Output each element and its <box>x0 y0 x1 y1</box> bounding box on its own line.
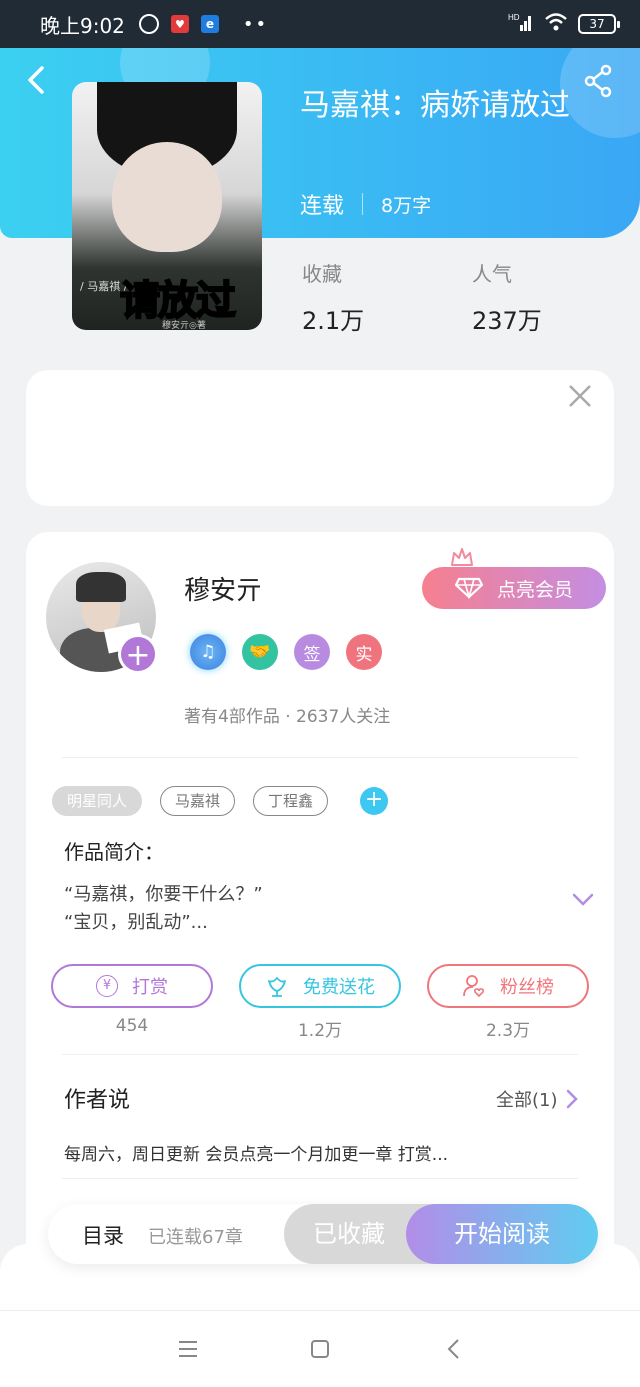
flower-label: 免费送花 <box>303 977 375 998</box>
divider <box>62 1054 578 1055</box>
status-time: 晚上9:02 <box>40 13 125 38</box>
chevron-down-icon <box>572 893 594 906</box>
send-flower-button[interactable]: 免费送花 <box>239 964 401 1008</box>
follow-author-button[interactable]: + <box>118 634 158 674</box>
stat-favorites-value: 2.1万 <box>302 307 365 335</box>
diamond-icon <box>454 577 483 599</box>
cover-image-face <box>112 142 222 252</box>
stat-popularity-label: 人气 <box>472 262 512 286</box>
author-name[interactable]: 穆安亓 <box>184 570 262 607</box>
book-title: 马嘉祺：病娇请放过 <box>300 88 570 123</box>
book-status: 连载 <box>300 194 345 219</box>
wifi-icon <box>544 12 568 36</box>
yen-icon: ¥ <box>96 975 118 997</box>
fans-label: 粉丝榜 <box>500 977 554 998</box>
fans-ranking-button[interactable]: 粉丝榜 <box>427 964 589 1008</box>
stat-popularity: 人气 237万 <box>472 258 542 336</box>
fans-count: 2.3万 <box>485 1021 531 1041</box>
book-word-count: 8万字 <box>381 194 432 217</box>
author-says-all-link[interactable]: 全部(1) <box>496 1086 578 1112</box>
vip-label: 点亮会员 <box>496 578 573 601</box>
battery-icon: 37 <box>578 14 620 34</box>
book-meta: 连载 8万字 <box>300 188 431 220</box>
intro-line-1: “马嘉祺，你要干什么？” <box>64 884 263 905</box>
start-reading-label: 开始阅读 <box>454 1220 550 1248</box>
divider <box>62 757 578 758</box>
author-badges: ♫ 🤝 签 实 <box>190 634 382 670</box>
chapter-count[interactable]: 已连载67章 <box>148 1223 243 1249</box>
menu-nav-button[interactable] <box>176 1337 200 1361</box>
tag-item[interactable]: 马嘉祺 <box>160 786 236 816</box>
app-notification-icon: ♥ <box>170 15 189 33</box>
handshake-badge-icon[interactable]: 🤝 <box>242 634 278 670</box>
verified-badge[interactable]: 实 <box>346 634 382 670</box>
stat-favorites-label: 收藏 <box>302 262 342 286</box>
close-icon <box>569 385 591 407</box>
crown-icon <box>450 547 474 567</box>
author-works-summary: 著有4部作品 · 2637人关注 <box>184 707 391 727</box>
menu-icon <box>179 1341 197 1357</box>
flower-icon <box>268 977 286 997</box>
tag-list: 明星同人 马嘉祺 丁程鑫 + <box>52 786 389 816</box>
intro-title: 作品简介： <box>64 840 164 864</box>
stat-favorites: 收藏 2.1万 <box>302 258 364 336</box>
back-button[interactable] <box>22 62 52 98</box>
tag-item[interactable]: 丁程鑫 <box>253 786 329 816</box>
stat-popularity-value: 237万 <box>472 307 542 335</box>
browser-notification-icon: e <box>200 15 219 33</box>
tag-genre[interactable]: 明星同人 <box>52 786 143 816</box>
intro-line-2: “宝贝，别乱动”... <box>64 912 208 933</box>
svg-text:HD: HD <box>508 13 520 22</box>
back-nav-button[interactable] <box>442 1337 466 1361</box>
bottom-action-bar: 目录 已连载67章 已收藏 开始阅读 <box>48 1204 598 1264</box>
author-says-title: 作者说 <box>64 1088 131 1113</box>
user-heart-icon <box>463 975 485 998</box>
activate-vip-button[interactable]: 点亮会员 <box>422 567 606 609</box>
author-says-text[interactable]: 每周六，周日更新 会员点亮一个月加更一章 打赏... <box>64 1140 448 1165</box>
chevron-right-icon <box>566 1089 578 1109</box>
ad-card <box>26 370 614 506</box>
reward-count: 454 <box>115 1016 149 1036</box>
add-tag-button[interactable]: + <box>360 787 389 815</box>
system-nav-bar <box>0 1310 640 1387</box>
cover-author-text: 穆安亓◎著 <box>162 321 206 330</box>
reward-label: 打赏 <box>132 977 168 998</box>
home-square-icon <box>311 1340 329 1358</box>
status-bar: 晚上9:02 ♥ e •• HD 37 <box>0 0 640 48</box>
expand-intro-button[interactable] <box>572 892 594 906</box>
music-badge-icon[interactable]: ♫ <box>190 634 226 670</box>
start-reading-button[interactable]: 开始阅读 <box>406 1204 598 1264</box>
author-says-all-label: 全部(1) <box>496 1090 558 1111</box>
signed-badge[interactable]: 签 <box>294 634 330 670</box>
book-cover[interactable]: / 马嘉祺 / 请放过 穆安亓◎著 <box>72 82 262 330</box>
reward-button[interactable]: ¥ 打赏 <box>51 964 213 1008</box>
flower-count: 1.2万 <box>297 1021 343 1041</box>
alarm-icon <box>138 14 159 34</box>
back-triangle-icon <box>447 1339 459 1359</box>
collected-label: 已收藏 <box>313 1220 385 1248</box>
divider <box>62 1178 578 1179</box>
more-notifications-icon: •• <box>242 13 269 35</box>
home-nav-button[interactable] <box>308 1337 332 1361</box>
meta-separator <box>362 193 364 215</box>
close-ad-button[interactable] <box>566 382 594 410</box>
signal-icon: HD <box>508 12 534 36</box>
table-of-contents-button[interactable]: 目录 <box>82 1220 124 1250</box>
